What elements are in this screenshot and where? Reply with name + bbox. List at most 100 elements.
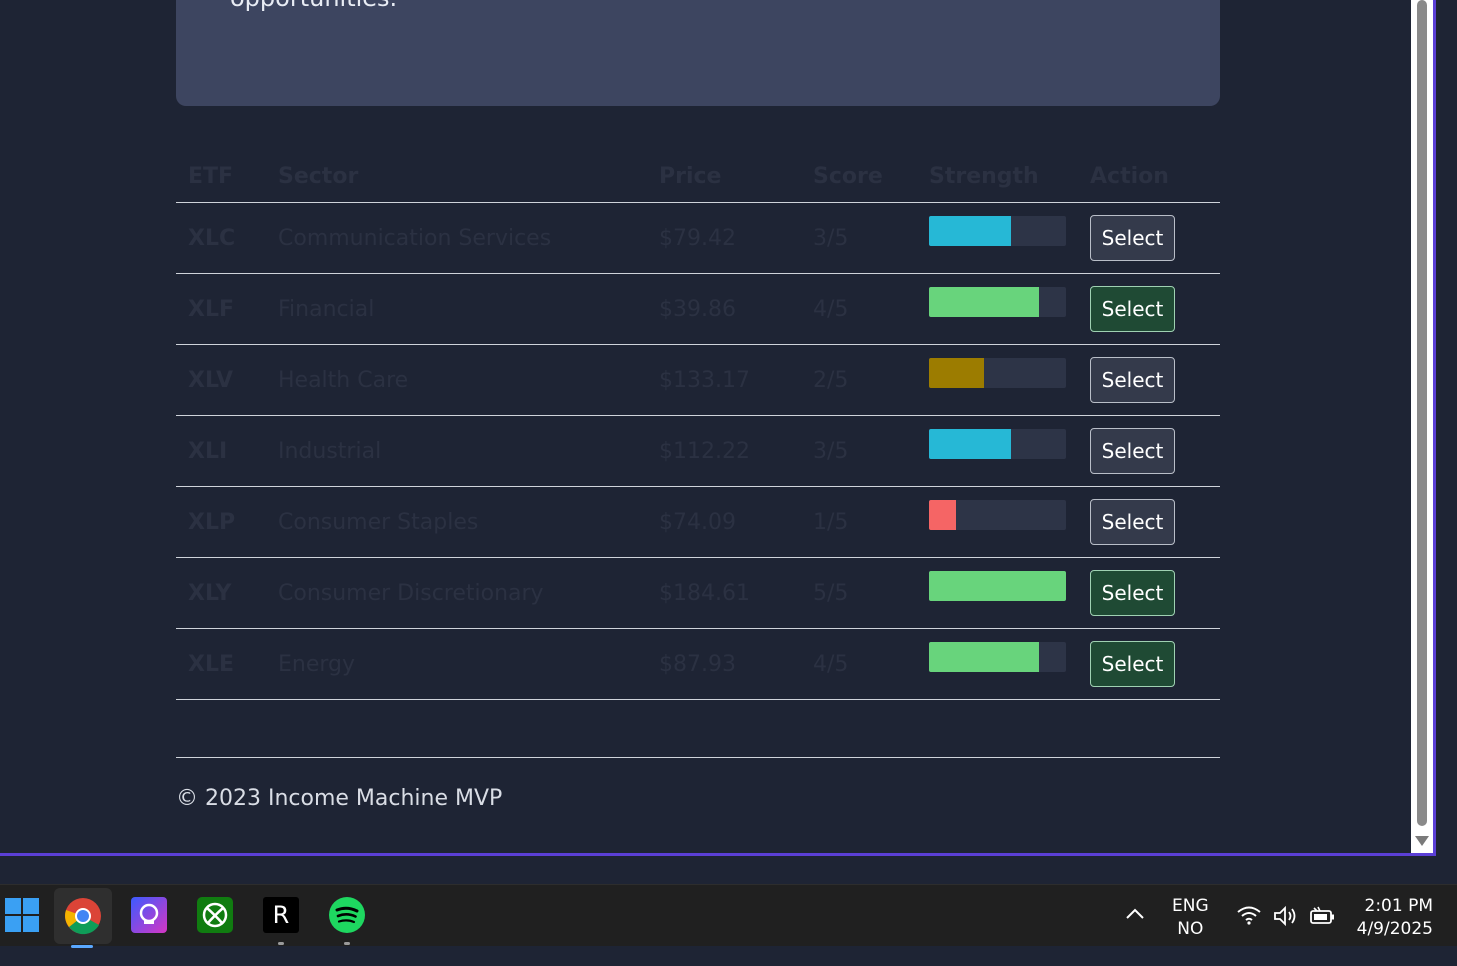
clock-date: 4/9/2025 [1356, 919, 1433, 939]
select-button[interactable]: Select [1090, 570, 1175, 616]
etf-strength-cell [917, 486, 1078, 558]
etf-score: 3/5 [801, 415, 917, 487]
etf-sector: Health Care [266, 344, 647, 416]
battery-icon[interactable] [1308, 905, 1336, 966]
language-indicator[interactable]: ENG NO [1172, 895, 1209, 956]
etf-action-cell: Select [1078, 557, 1220, 629]
etf-score: 2/5 [801, 344, 917, 416]
clock-time: 2:01 PM [1364, 896, 1434, 916]
strength-bar-fill [929, 429, 1012, 459]
etf-sector: Communication Services [266, 202, 647, 274]
etf-score: 3/5 [801, 202, 917, 274]
table-row: XLY Consumer Discretionary $184.61 5/5 S… [176, 557, 1220, 629]
etf-sector: Consumer Discretionary [266, 557, 647, 629]
windows-start-icon[interactable] [0, 893, 44, 937]
etf-symbol: XLF [176, 273, 266, 345]
app-icon[interactable] [127, 893, 171, 937]
table-row: XLC Communication Services $79.42 3/5 Se… [176, 202, 1220, 274]
etf-table: ETF Sector Price Score Strength Action X… [176, 150, 1220, 700]
select-button[interactable]: Select [1090, 499, 1175, 545]
etf-symbol: XLC [176, 202, 266, 274]
etf-sector: Financial [266, 273, 647, 345]
strength-bar [929, 358, 1066, 388]
strength-bar-fill [929, 642, 1039, 672]
header-sector: Sector [266, 150, 647, 203]
scroll-down-arrow-icon[interactable] [1415, 836, 1429, 846]
etf-strength-cell [917, 557, 1078, 629]
chrome-icon[interactable] [54, 888, 112, 948]
etf-price: $112.22 [647, 415, 801, 487]
etf-action-cell: Select [1078, 344, 1220, 416]
table-row: XLI Industrial $112.22 3/5 Select [176, 415, 1220, 487]
strength-bar-fill [929, 287, 1039, 317]
hero-text: opportunities. [230, 0, 397, 16]
etf-action-cell: Select [1078, 486, 1220, 558]
select-button[interactable]: Select [1090, 641, 1175, 687]
select-button[interactable]: Select [1090, 428, 1175, 474]
taskbar: R ENG NO 2:01 PM 4/9/2025 [0, 884, 1457, 948]
etf-price: $39.86 [647, 273, 801, 345]
r-app-icon[interactable]: R [259, 893, 303, 945]
etf-sector: Consumer Staples [266, 486, 647, 558]
etf-price: $133.17 [647, 344, 801, 416]
table-row: XLE Energy $87.93 4/5 Select [176, 628, 1220, 700]
browser-viewport: opportunities. ETF Sector Price Score St… [0, 0, 1436, 856]
etf-score: 4/5 [801, 628, 917, 700]
header-price: Price [647, 150, 801, 203]
table-row: XLF Financial $39.86 4/5 Select [176, 273, 1220, 345]
etf-action-cell: Select [1078, 202, 1220, 274]
select-button[interactable]: Select [1090, 286, 1175, 332]
etf-price: $79.42 [647, 202, 801, 274]
strength-bar [929, 571, 1066, 601]
scrollbar-thumb[interactable] [1417, 0, 1427, 826]
etf-action-cell: Select [1078, 628, 1220, 700]
scrollbar[interactable] [1411, 0, 1433, 853]
r-app-label: R [263, 897, 299, 933]
show-hidden-icons-chevron-icon[interactable] [1125, 905, 1145, 966]
etf-score: 1/5 [801, 486, 917, 558]
strength-bar [929, 429, 1066, 459]
etf-strength-cell [917, 628, 1078, 700]
etf-symbol: XLI [176, 415, 266, 487]
footer-copyright: © 2023 Income Machine MVP [176, 786, 503, 811]
header-etf: ETF [176, 150, 266, 203]
strength-bar [929, 642, 1066, 672]
strength-bar [929, 216, 1066, 246]
header-score: Score [801, 150, 917, 203]
strength-bar-fill [929, 358, 984, 388]
etf-strength-cell [917, 415, 1078, 487]
footer-divider [176, 757, 1220, 758]
etf-symbol: XLV [176, 344, 266, 416]
etf-symbol: XLY [176, 557, 266, 629]
etf-price: $184.61 [647, 557, 801, 629]
xbox-icon[interactable] [193, 893, 237, 937]
strength-bar-fill [929, 216, 1012, 246]
strength-bar [929, 287, 1066, 317]
etf-strength-cell [917, 202, 1078, 274]
etf-score: 5/5 [801, 557, 917, 629]
etf-action-cell: Select [1078, 273, 1220, 345]
etf-price: $87.93 [647, 628, 801, 700]
select-button[interactable]: Select [1090, 357, 1175, 403]
hero-card: opportunities. [176, 0, 1220, 106]
etf-strength-cell [917, 344, 1078, 416]
strength-bar [929, 500, 1066, 530]
etf-symbol: XLP [176, 486, 266, 558]
language-code: ENG [1172, 896, 1209, 916]
etf-action-cell: Select [1078, 415, 1220, 487]
keyboard-layout: NO [1177, 919, 1204, 939]
table-row: XLP Consumer Staples $74.09 1/5 Select [176, 486, 1220, 558]
volume-icon[interactable] [1272, 905, 1300, 966]
header-strength: Strength [917, 150, 1078, 203]
spotify-icon[interactable] [325, 893, 369, 945]
strength-bar-fill [929, 500, 957, 530]
wifi-icon[interactable] [1236, 905, 1262, 966]
etf-strength-cell [917, 273, 1078, 345]
etf-sector: Energy [266, 628, 647, 700]
strength-bar-fill [929, 571, 1066, 601]
etf-score: 4/5 [801, 273, 917, 345]
table-row: XLV Health Care $133.17 2/5 Select [176, 344, 1220, 416]
select-button[interactable]: Select [1090, 215, 1175, 261]
header-action: Action [1078, 150, 1220, 203]
clock[interactable]: 2:01 PM 4/9/2025 [1355, 895, 1433, 956]
